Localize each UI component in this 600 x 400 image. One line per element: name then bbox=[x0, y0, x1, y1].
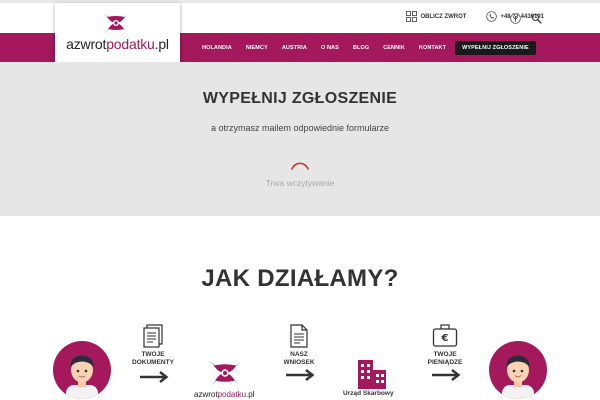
top-links: OBLICZ ZWROT +48 77 4436191 bbox=[406, 11, 544, 22]
application-document-icon bbox=[290, 324, 308, 348]
site-logo[interactable]: azwrotpodatku.pl bbox=[55, 3, 180, 63]
tax-office-label: Urząd Skarbowy bbox=[343, 390, 394, 397]
client-avatar-right bbox=[489, 341, 547, 399]
svg-text:€: € bbox=[441, 333, 449, 344]
nav-item-blog[interactable]: BLOG bbox=[346, 45, 376, 51]
mini-logo-text-accent: podatku bbox=[217, 390, 247, 399]
nav-item-o-nas[interactable]: O NAS bbox=[314, 45, 346, 51]
arrow-right-icon bbox=[140, 371, 169, 383]
step-money-line1: TWOJE bbox=[433, 351, 457, 358]
arrow-right-icon bbox=[286, 369, 315, 381]
step-money: TWOJE PIENIĄDZE bbox=[414, 351, 476, 367]
loading-text: Trwa wczytywanie bbox=[265, 178, 335, 188]
step-application: NASZ WNIOSEK bbox=[268, 351, 330, 367]
logo-text-suffix: .pl bbox=[154, 36, 169, 52]
logo-text: azwrotpodatku.pl bbox=[55, 36, 180, 52]
hero-subtitle: a otrzymasz mailem odpowiednie formularz… bbox=[210, 123, 390, 133]
step-documents-line1: TWOJE bbox=[141, 351, 165, 358]
logo-text-accent: podatku bbox=[106, 36, 155, 52]
nav-item-austria[interactable]: AUSTRIA bbox=[275, 45, 314, 51]
fill-form-button[interactable]: WYPEŁNIJ ZGŁOSZENIE bbox=[455, 40, 536, 55]
mini-logo-mark-icon bbox=[208, 360, 242, 386]
step-documents: TWOJE DOKUMENTY bbox=[122, 351, 184, 367]
hero-title: WYPEŁNIJ ZGŁOSZENIE bbox=[202, 90, 398, 107]
loading-spinner-icon bbox=[291, 162, 309, 170]
nav-item-kontakt[interactable]: KONTAKT bbox=[412, 45, 453, 51]
money-wallet-icon: € bbox=[432, 324, 458, 347]
phone-icon bbox=[486, 11, 498, 22]
step-application-line2: WNIOSEK bbox=[283, 359, 315, 366]
logo-text-main: azwrot bbox=[66, 36, 107, 52]
person-icon bbox=[502, 355, 534, 399]
facebook-icon bbox=[510, 13, 521, 24]
tax-office-building-icon bbox=[358, 360, 386, 389]
nav-item-niemcy[interactable]: NIEMCY bbox=[239, 45, 275, 51]
nav-item-cennik[interactable]: CENNIK bbox=[376, 45, 412, 51]
calculator-icon bbox=[406, 11, 418, 22]
step-application-line1: NASZ bbox=[290, 351, 308, 358]
how-title: JAK DZIAŁAMY? bbox=[201, 265, 399, 292]
page: OBLICZ ZWROT +48 77 4436191 HOLANDIA NIE… bbox=[0, 0, 600, 400]
mini-logo-text-main: azwrot bbox=[194, 390, 218, 399]
documents-icon bbox=[143, 324, 163, 348]
nav-item-holandia[interactable]: HOLANDIA bbox=[195, 45, 239, 51]
mini-logo-text-suffix: .pl bbox=[246, 390, 255, 399]
hero-section: WYPEŁNIJ ZGŁOSZENIE a otrzymasz mailem o… bbox=[0, 62, 600, 216]
arrow-right-icon bbox=[432, 369, 461, 381]
nav-items: HOLANDIA NIEMCY AUSTRIA O NAS BLOG CENNI… bbox=[195, 33, 536, 62]
logo-mark-icon bbox=[103, 13, 129, 33]
facebook-link[interactable] bbox=[510, 11, 521, 29]
search-icon bbox=[531, 13, 542, 24]
mini-logo-text: azwrotpodatku.pl bbox=[194, 390, 254, 399]
search-button[interactable] bbox=[531, 11, 542, 29]
step-documents-line2: DOKUMENTY bbox=[132, 359, 174, 366]
calculate-refund-label: OBLICZ ZWROT bbox=[420, 13, 467, 20]
step-money-line2: PIENIĄDZE bbox=[427, 359, 463, 366]
client-avatar-left bbox=[53, 341, 111, 399]
calculate-refund-link[interactable]: OBLICZ ZWROT bbox=[406, 11, 466, 22]
person-icon bbox=[66, 355, 98, 399]
